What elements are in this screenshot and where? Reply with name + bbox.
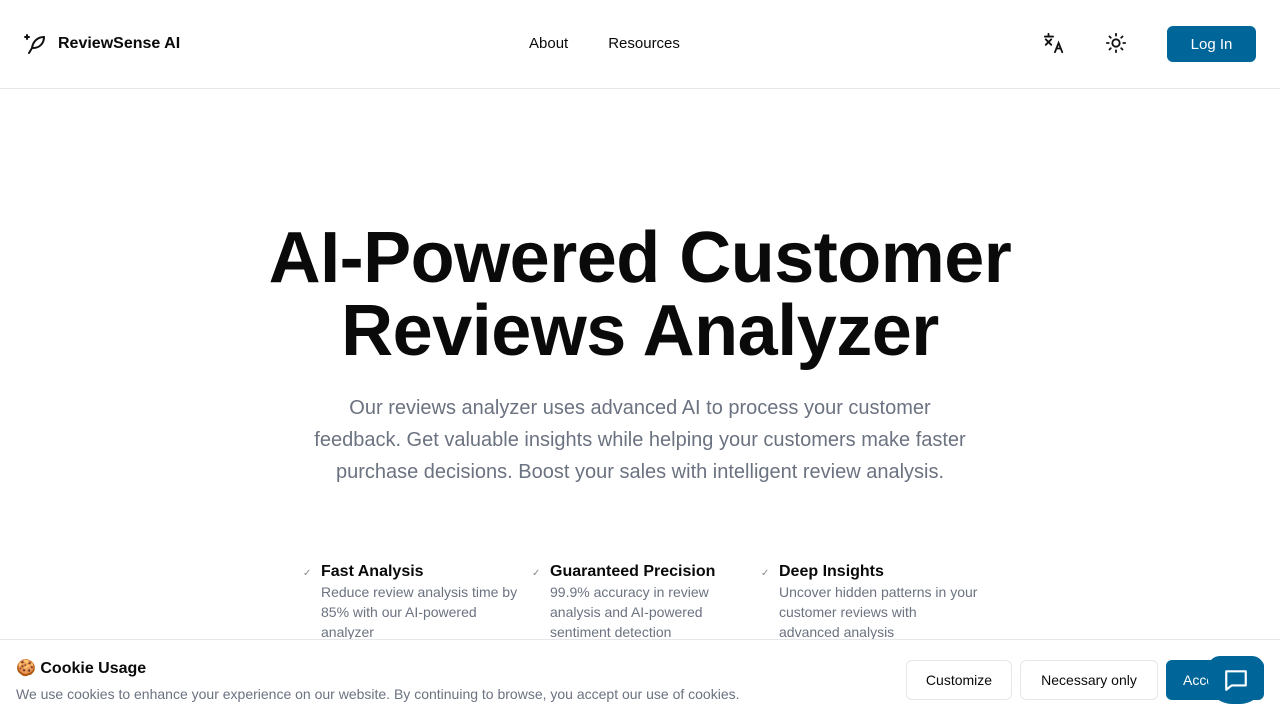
login-button[interactable]: Log In [1167, 26, 1256, 62]
nav-resources[interactable]: Resources [608, 35, 680, 52]
feature-desc: 99.9% accuracy in review analysis and AI… [550, 584, 709, 640]
necessary-only-button[interactable]: Necessary only [1020, 660, 1158, 700]
feature-list: ✓ Fast Analysis Reduce review analysis tim… [303, 562, 990, 642]
hero-subtitle: Our reviews analyzer uses advanced AI to… [314, 397, 966, 483]
feature-title: Deep Insights [779, 563, 884, 580]
feature-item: ✓ Guaranteed Precision 99.9% accuracy in r… [532, 562, 761, 642]
feature-title: Fast Analysis [321, 563, 424, 580]
feature-desc: Uncover hidden patterns in your customer… [779, 584, 978, 640]
hero-title: AI-Powered Customer Reviews Analyzer [0, 222, 1280, 368]
feature-desc: Reduce review analysis time by 85% with … [321, 584, 518, 640]
hero-title-line2: Reviews Analyzer [341, 291, 939, 371]
check-icon: ✓ [532, 568, 541, 579]
check-icon: ✓ [303, 568, 312, 579]
translate-icon [1043, 32, 1064, 54]
brand-logo[interactable]: ReviewSense AI [24, 32, 180, 56]
hero-title-line1: AI-Powered Customer [268, 218, 1012, 298]
theme-toggle[interactable] [1105, 32, 1127, 59]
feature-item: ✓ Fast Analysis Reduce review analysis tim… [303, 562, 532, 642]
main-nav: About Resources [529, 35, 680, 52]
language-button[interactable] [1043, 32, 1065, 59]
nav-about[interactable]: About [529, 35, 568, 52]
site-header: ReviewSense AI About Resources Log In [0, 0, 1280, 89]
check-icon: ✓ [761, 568, 770, 579]
brand-name: ReviewSense AI [58, 35, 181, 52]
chat-button[interactable] [1208, 656, 1264, 704]
feature-title: Guaranteed Precision [550, 563, 716, 580]
customize-button[interactable]: Customize [906, 660, 1012, 700]
chat-icon [1225, 670, 1247, 691]
sun-icon [1105, 32, 1127, 54]
feather-sparkle-icon [24, 34, 45, 54]
feature-item: ✓ Deep Insights Uncover hidden patterns in… [761, 562, 990, 642]
